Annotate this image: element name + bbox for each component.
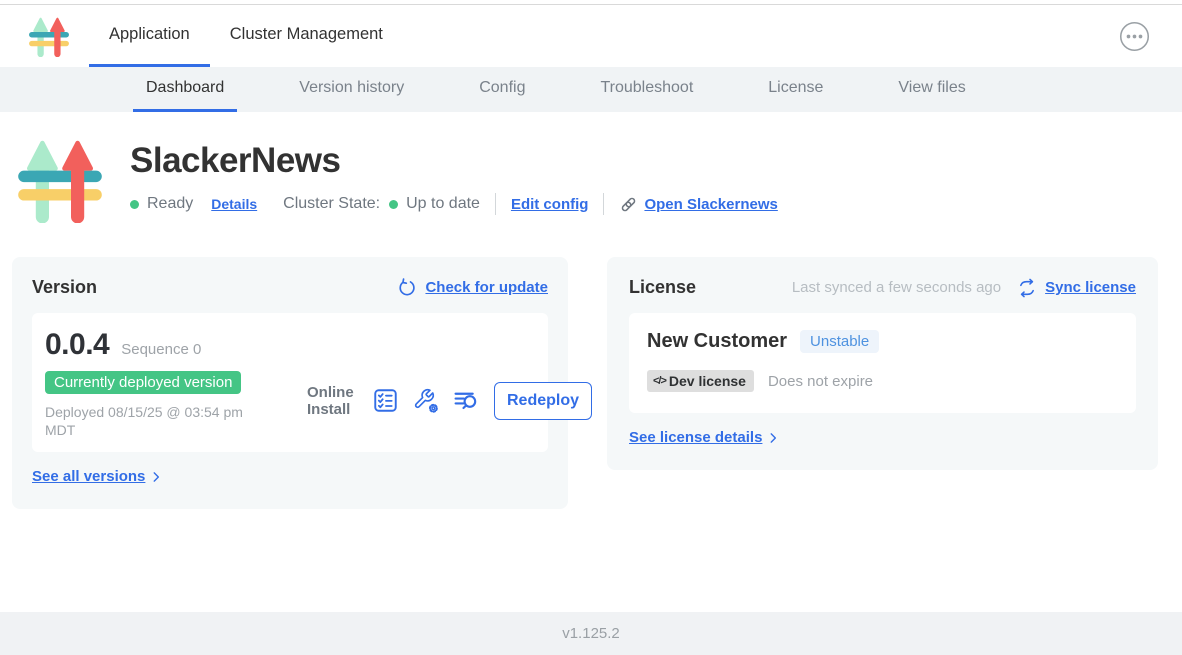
license-card: License Last synced a few seconds ago Sy… [607,257,1158,470]
dashboard-cards: Version Check for update 0.0.4 Sequence … [0,257,1182,509]
open-app-link[interactable]: Open Slackernews [619,195,777,214]
see-all-versions-link[interactable]: See all versions [32,468,548,485]
subnav-view-files[interactable]: View files [885,67,978,112]
top-header: Application Cluster Management [0,5,1182,67]
subnav-version-history[interactable]: Version history [286,67,417,112]
app-hero-icon [16,135,104,223]
current-version-panel: 0.0.4 Sequence 0 Currently deployed vers… [32,313,548,452]
deployed-status-badge: Currently deployed version [45,371,241,394]
sync-license-label: Sync license [1045,279,1136,296]
edit-config-link[interactable]: Edit config [511,196,589,213]
app-sub-nav: Dashboard Version history Config Trouble… [0,67,1182,112]
license-type-badge: </> Dev license [647,370,754,392]
config-wrench-icon[interactable] [412,387,439,414]
check-for-update-link[interactable]: Check for update [397,278,548,298]
app-status-row: Ready Details Cluster State: Up to date … [130,193,778,215]
deployed-timestamp: Deployed 08/15/25 @ 03:54 pm MDT [45,403,257,439]
tab-application[interactable]: Application [89,5,210,67]
channel-badge: Unstable [800,330,879,353]
version-action-icons [372,387,479,414]
cluster-state-label: Cluster State: [283,195,380,213]
see-license-details-label: See license details [629,429,762,446]
chevron-right-icon [149,470,163,484]
open-app-link-label: Open Slackernews [644,196,777,213]
primary-tabs: Application Cluster Management [89,5,403,67]
app-status-text: Ready [147,195,193,213]
cluster-state-value: Up to date [406,195,480,213]
app-hero: SlackerNews Ready Details Cluster State:… [16,135,1182,223]
console-version-text: v1.125.2 [562,625,620,642]
subnav-config[interactable]: Config [466,67,538,112]
link-chain-icon [619,195,638,214]
expiration-text: Does not expire [768,373,873,390]
refresh-icon [397,278,417,298]
app-status-dot [130,200,139,209]
overflow-menu-button[interactable] [1119,21,1150,52]
subnav-troubleshoot[interactable]: Troubleshoot [587,67,706,112]
status-details-link[interactable]: Details [211,196,257,212]
tab-cluster-management[interactable]: Cluster Management [210,5,403,67]
redeploy-button[interactable]: Redeploy [494,382,592,420]
version-number: 0.0.4 [45,328,109,362]
divider [603,193,604,215]
see-all-versions-label: See all versions [32,468,145,485]
admin-console-page: Application Cluster Management Dashboard… [0,0,1182,655]
view-logs-icon[interactable] [452,387,479,414]
page-title: SlackerNews [130,141,778,181]
license-type-label: Dev license [669,373,746,389]
sync-license-link[interactable]: Sync license [1017,278,1136,298]
see-license-details-link[interactable]: See license details [629,429,1136,446]
sequence-label: Sequence 0 [121,341,201,358]
divider [495,193,496,215]
license-card-title: License [629,277,696,298]
cluster-state-dot [389,200,398,209]
customer-name: New Customer [647,330,787,353]
footer-bar: v1.125.2 [0,612,1182,655]
sync-arrows-icon [1017,278,1037,298]
version-card-title: Version [32,277,97,298]
subnav-dashboard[interactable]: Dashboard [133,67,237,112]
preflight-checks-icon[interactable] [372,387,399,414]
check-for-update-label: Check for update [425,279,548,296]
app-logo-icon [28,15,70,57]
license-detail-panel: New Customer Unstable </> Dev license Do… [629,313,1136,413]
version-card: Version Check for update 0.0.4 Sequence … [12,257,568,509]
last-synced-text: Last synced a few seconds ago [792,279,1001,296]
code-icon: </> [653,375,666,387]
subnav-license[interactable]: License [755,67,836,112]
install-type-label: Online Install [307,384,357,418]
chevron-right-icon [766,431,780,445]
